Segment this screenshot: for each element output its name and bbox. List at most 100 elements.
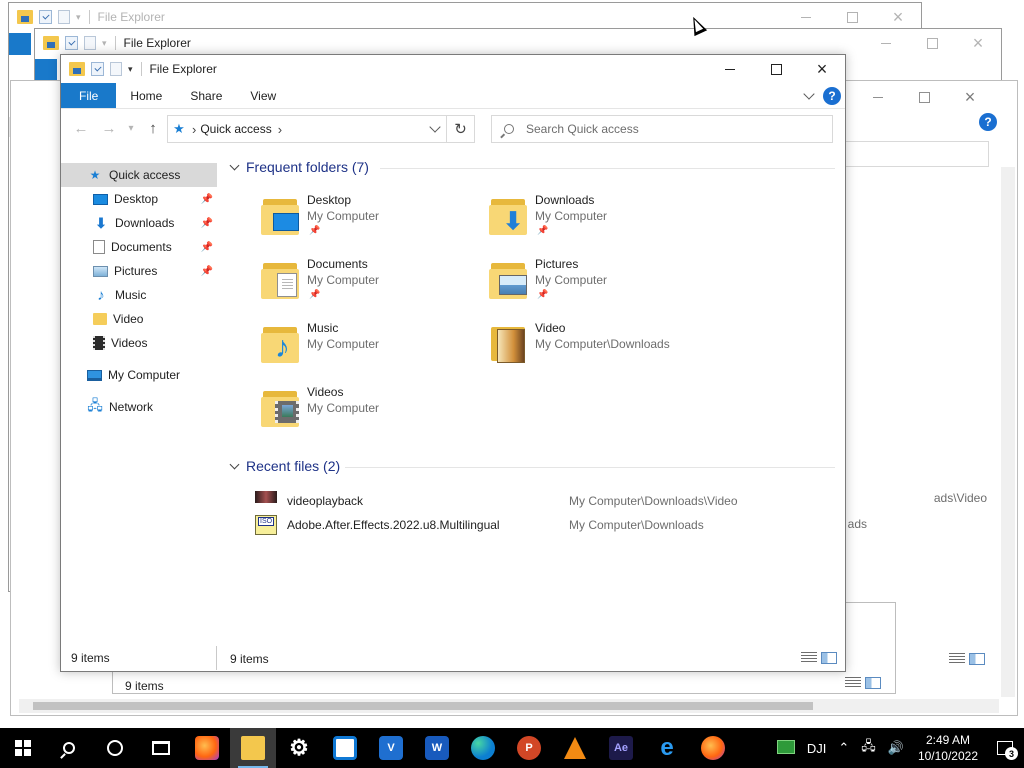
folder-tile-desktop[interactable]: Desktop My Computer 📌	[261, 193, 489, 253]
action-center-button[interactable]: 3	[986, 728, 1024, 768]
close-button[interactable]: ×	[947, 83, 993, 111]
frequent-folders-header[interactable]: Frequent folders (7)	[225, 159, 835, 175]
folder-tile-documents[interactable]: Documents My Computer 📌	[261, 257, 489, 317]
folder-tile-video[interactable]: Video My Computer\Downloads	[489, 321, 717, 381]
nav-item-pictures[interactable]: Pictures 📌	[61, 259, 217, 283]
performance-icon[interactable]	[771, 739, 801, 757]
recent-files-header[interactable]: Recent files (2)	[225, 458, 835, 474]
details-view-icon[interactable]	[801, 652, 817, 664]
maximize-button[interactable]	[829, 3, 875, 31]
new-folder-icon[interactable]	[110, 62, 122, 76]
breadcrumb-chevron-icon[interactable]: ›	[278, 122, 282, 137]
taskbar-app-settings[interactable]: ⚙	[276, 728, 322, 768]
taskbar-app-word[interactable]: W	[414, 728, 460, 768]
customize-dropdown-icon[interactable]: ▾	[76, 12, 81, 23]
properties-icon[interactable]	[39, 10, 52, 24]
new-folder-icon[interactable]	[84, 36, 96, 50]
search-button[interactable]	[46, 728, 92, 768]
nav-item-quick-access[interactable]: ★ Quick access	[61, 163, 217, 187]
minimize-button[interactable]	[783, 3, 829, 31]
close-button[interactable]: ×	[955, 29, 1001, 57]
folder-tile-videos[interactable]: Videos My Computer	[261, 385, 489, 445]
nav-item-desktop[interactable]: Desktop 📌	[61, 187, 217, 211]
address-bar[interactable]: ★ › Quick access › ↻	[167, 115, 475, 143]
refresh-button[interactable]: ↻	[446, 116, 474, 142]
minimize-button[interactable]	[855, 83, 901, 111]
taskbar-app-firefox-2[interactable]	[690, 728, 736, 768]
pin-icon[interactable]: 📌	[201, 194, 213, 205]
address-dropdown[interactable]	[422, 116, 446, 142]
pin-icon[interactable]: 📌	[201, 218, 213, 229]
search-box[interactable]	[491, 115, 833, 143]
breadcrumb-chevron-icon[interactable]: ›	[192, 122, 196, 137]
network-status-icon[interactable]: 🖧	[855, 737, 882, 759]
file-tab-partial[interactable]	[35, 59, 57, 81]
close-button[interactable]: ×	[799, 55, 845, 83]
show-hidden-icons-chevron-icon[interactable]: ⌃	[832, 740, 855, 756]
maximize-button[interactable]	[901, 83, 947, 111]
tab-view[interactable]: View	[236, 83, 290, 108]
properties-icon[interactable]	[65, 36, 78, 50]
taskbar-app-powerpoint[interactable]: P	[506, 728, 552, 768]
tab-file[interactable]: File	[61, 83, 117, 108]
cortana-button[interactable]	[92, 728, 138, 768]
taskbar-app-store[interactable]	[322, 728, 368, 768]
vertical-scrollbar[interactable]	[1001, 167, 1015, 697]
volume-icon[interactable]: 🔊	[882, 740, 910, 756]
recent-file-row[interactable]: Adobe.After.Effects.2022.u8.Multilingual…	[255, 513, 815, 537]
pin-icon[interactable]: 📌	[201, 242, 213, 253]
file-explorer-window[interactable]: ▾ File Explorer × File Home Share View ?…	[60, 54, 846, 672]
scrollbar-thumb[interactable]	[33, 702, 813, 710]
task-view-button[interactable]	[138, 728, 184, 768]
breadcrumb-quick-access[interactable]: Quick access	[200, 122, 271, 136]
horizontal-scrollbar[interactable]	[19, 699, 999, 713]
title-bar[interactable]: ▾ File Explorer ×	[9, 3, 921, 31]
search-input[interactable]	[526, 122, 816, 136]
nav-item-documents[interactable]: Documents 📌	[61, 235, 217, 259]
title-bar[interactable]: ▾ File Explorer ×	[35, 29, 1001, 57]
expand-ribbon-icon[interactable]	[803, 87, 815, 100]
taskbar-app-after-effects[interactable]: Ae	[598, 728, 644, 768]
maximize-button[interactable]	[753, 55, 799, 83]
nav-item-video[interactable]: Video	[61, 307, 217, 331]
tiles-view-icon[interactable]	[821, 652, 837, 664]
nav-item-music[interactable]: ♪ Music	[61, 283, 217, 307]
recent-file-row[interactable]: videoplayback My Computer\Downloads\Vide…	[255, 489, 815, 513]
details-view-icon[interactable]	[845, 677, 861, 689]
tab-share[interactable]: Share	[176, 83, 236, 108]
search-field-partial[interactable]	[829, 141, 989, 167]
nav-item-network[interactable]: 🖧 Network	[61, 395, 217, 419]
recent-locations-icon[interactable]: ▾	[123, 114, 139, 142]
help-icon[interactable]: ?	[823, 86, 841, 105]
properties-icon[interactable]	[91, 62, 104, 76]
up-button[interactable]: ↑	[139, 114, 167, 142]
close-button[interactable]: ×	[875, 3, 921, 31]
customize-dropdown-icon[interactable]: ▾	[102, 38, 107, 49]
new-folder-icon[interactable]	[58, 10, 70, 24]
pin-icon[interactable]: 📌	[201, 266, 213, 277]
help-icon[interactable]: ?	[979, 113, 997, 131]
details-view-icon[interactable]	[949, 653, 965, 665]
tab-home[interactable]: Home	[116, 83, 176, 108]
taskbar-app-edge[interactable]	[460, 728, 506, 768]
folder-icon[interactable]	[43, 36, 59, 50]
taskbar-app-vlc[interactable]	[552, 728, 598, 768]
taskbar-app-visual-studio[interactable]: V	[368, 728, 414, 768]
folder-icon[interactable]	[17, 10, 33, 24]
clock[interactable]: 2:49 AM 10/10/2022	[910, 732, 986, 764]
folder-tile-pictures[interactable]: Pictures My Computer 📌	[489, 257, 717, 317]
folder-tile-music[interactable]: ♪ Music My Computer	[261, 321, 489, 381]
taskbar-app-internet-explorer[interactable]: e	[644, 728, 690, 768]
taskbar-app-firefox[interactable]	[184, 728, 230, 768]
back-button[interactable]: ←	[67, 114, 95, 142]
title-bar[interactable]: ▾ File Explorer ×	[61, 55, 845, 83]
taskbar-app-file-explorer[interactable]	[230, 728, 276, 768]
dji-label[interactable]: DJI	[801, 741, 833, 756]
minimize-button[interactable]	[863, 29, 909, 57]
nav-item-videos[interactable]: Videos	[61, 331, 217, 355]
collapse-chevron-icon[interactable]	[229, 459, 240, 469]
folder-icon[interactable]	[69, 62, 85, 76]
maximize-button[interactable]	[909, 29, 955, 57]
start-button[interactable]	[0, 728, 46, 768]
tiles-view-icon[interactable]	[969, 653, 985, 665]
